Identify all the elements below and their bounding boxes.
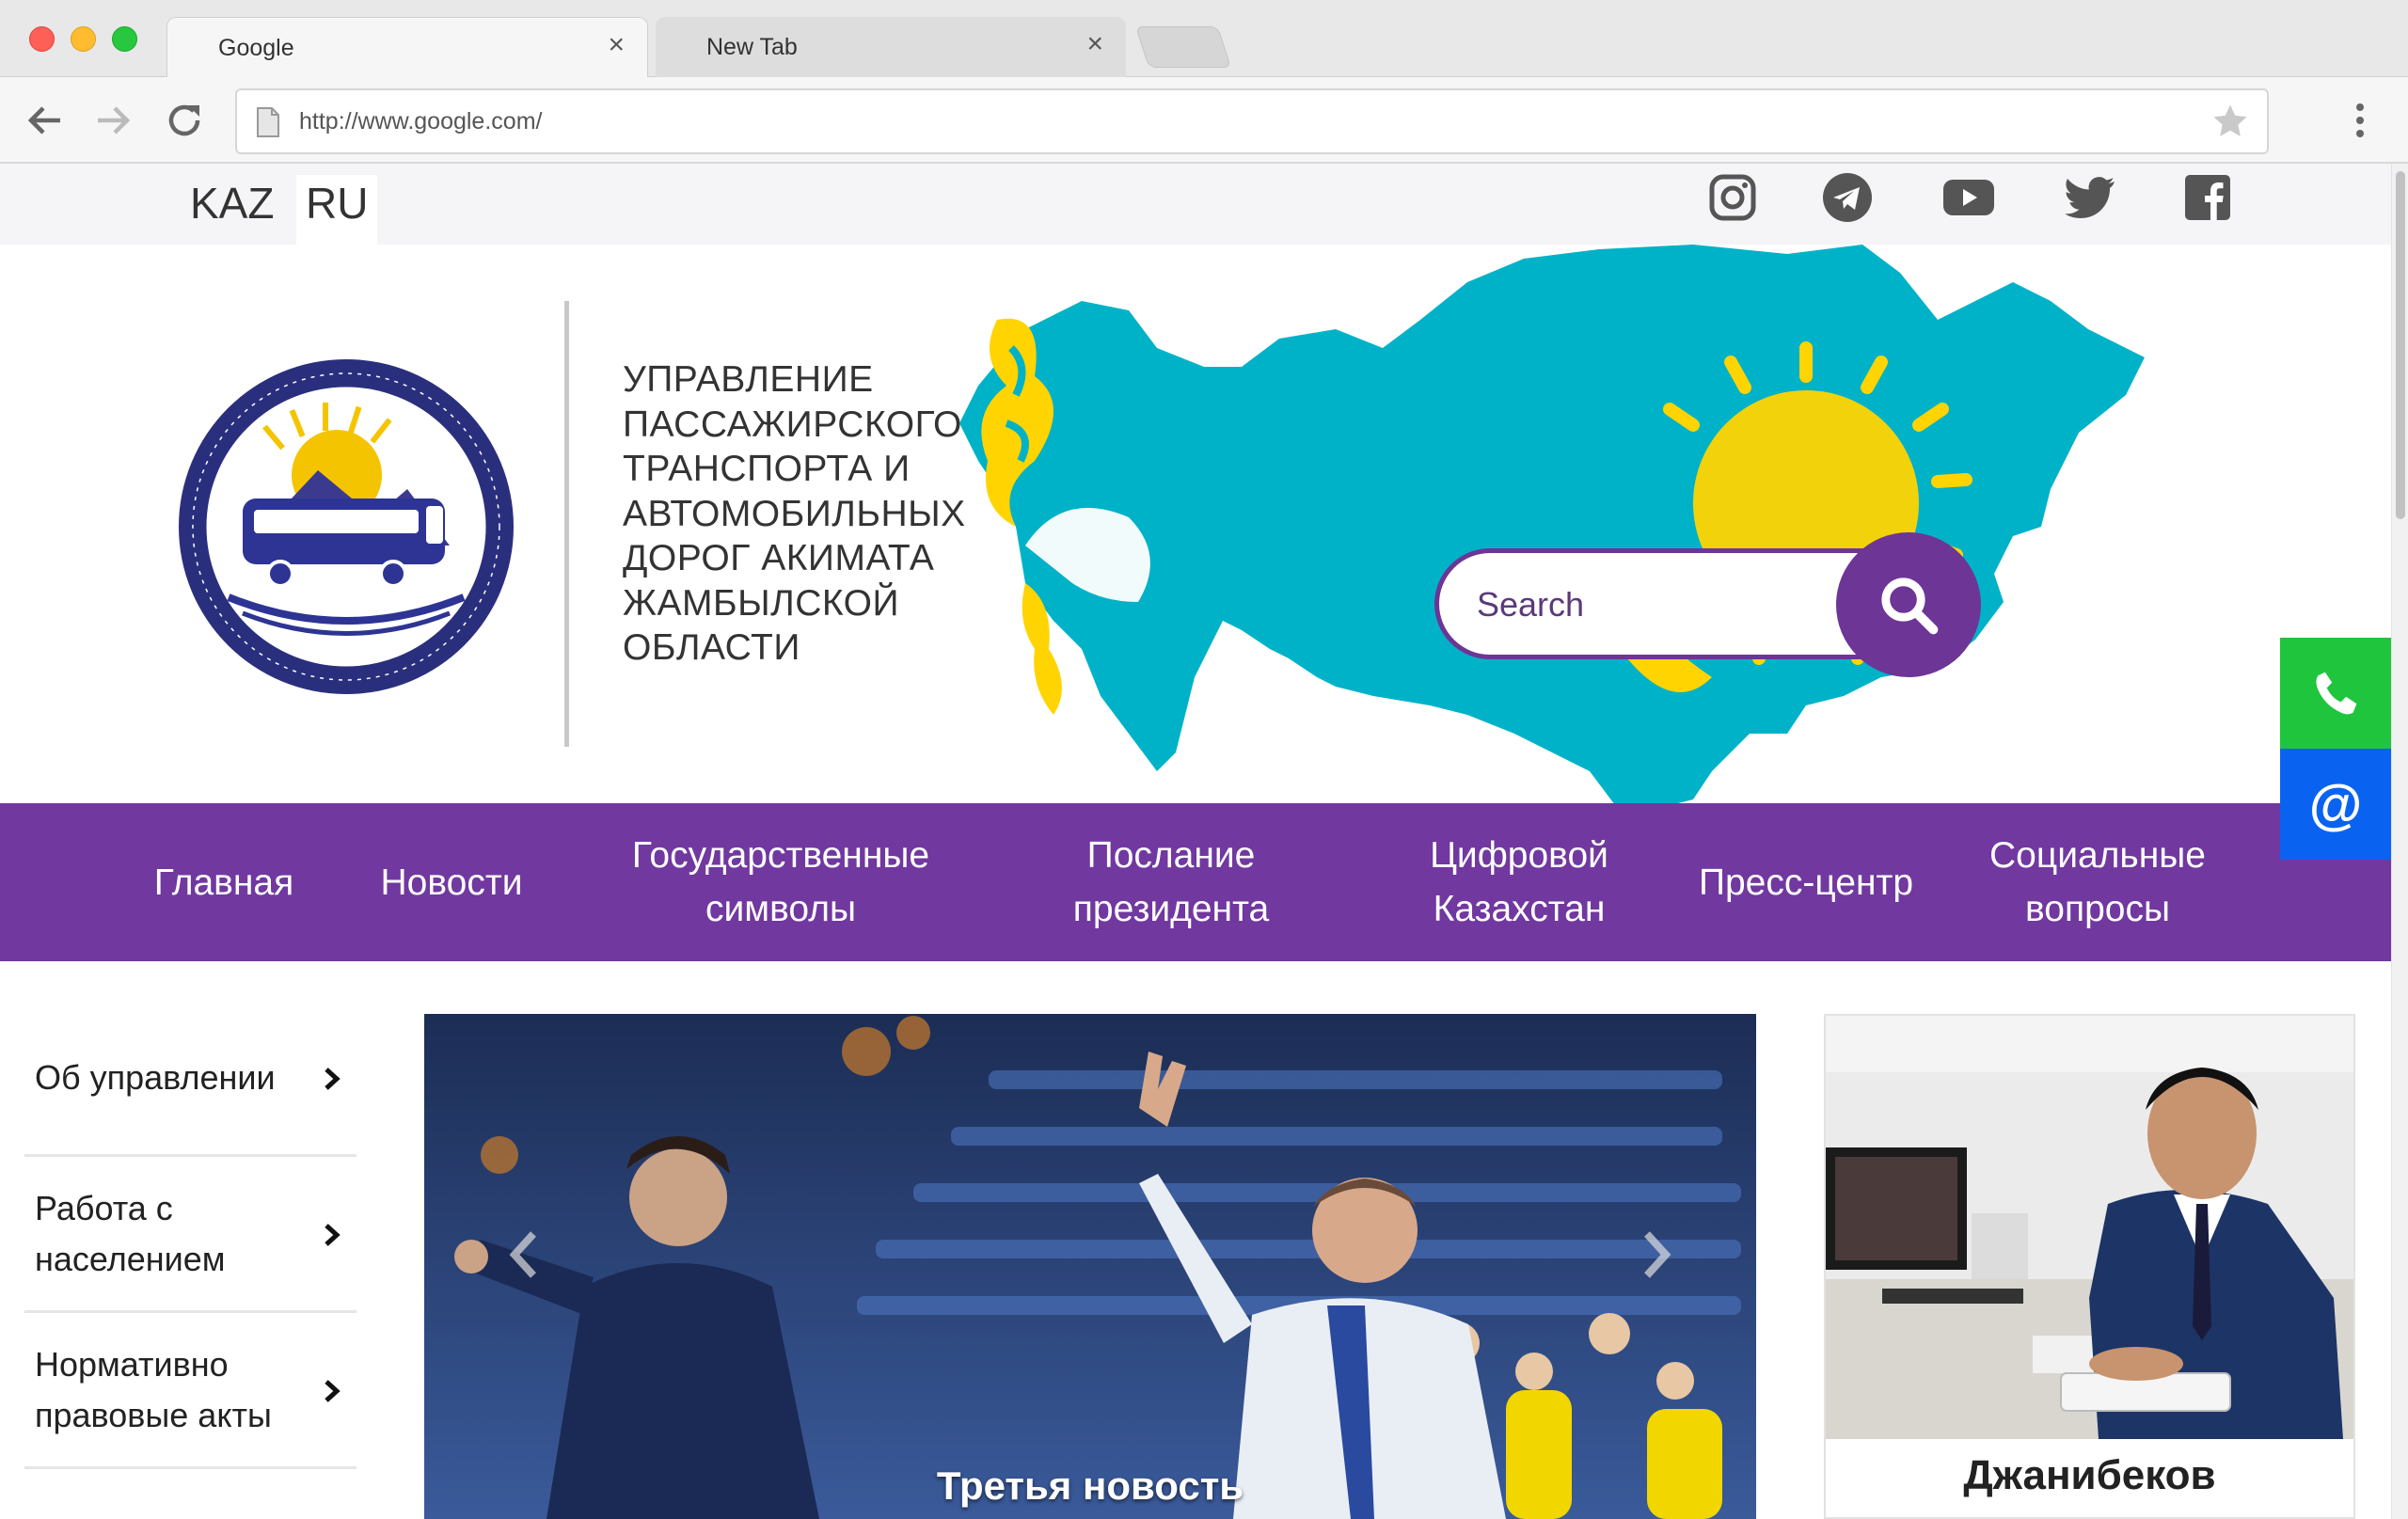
sidebar-item-about[interactable]: Об управлении [24, 1001, 356, 1157]
sidebar-item-label: Работа с населением [35, 1188, 226, 1278]
language-ru-link[interactable]: RU [296, 175, 378, 245]
kazakhstan-flag-map-image [959, 245, 2145, 809]
forward-button[interactable] [90, 98, 135, 143]
sidebar-menu: Об управлении Работа с населением Нормат… [24, 1001, 356, 1469]
page-scrollbar[interactable] [2391, 164, 2408, 1519]
twitter-link[interactable] [2062, 169, 2118, 226]
twitter-icon [2065, 177, 2115, 219]
head-name: Джанибеков [1963, 1452, 2216, 1498]
chevron-right-icon [325, 1380, 341, 1402]
browser-tab-new-tab[interactable]: New Tab × [656, 17, 1126, 77]
slider-next-arrow-icon[interactable] [1638, 1226, 1675, 1283]
email-contact-button[interactable]: @ [2280, 749, 2391, 860]
close-window-button[interactable] [29, 26, 55, 52]
main-navigation: Главная Новости Государственные символы … [0, 803, 2391, 961]
news-slider[interactable]: Третья новость [424, 1014, 1756, 1519]
new-tab-button[interactable] [1134, 26, 1232, 68]
chevron-right-icon [325, 1224, 341, 1246]
nav-item-press-center[interactable]: Пресс-центр [1684, 803, 1928, 961]
browser-tab-google[interactable]: Google × [166, 17, 648, 77]
arrow-right-icon [98, 106, 131, 134]
top-bar: KAZ RU [0, 164, 2391, 245]
chevron-right-icon [325, 1068, 341, 1090]
header-divider [564, 301, 569, 747]
slider-prev-arrow-icon[interactable] [505, 1226, 543, 1283]
instagram-link[interactable] [1704, 169, 1761, 226]
reload-icon [168, 104, 200, 136]
facebook-link[interactable] [2179, 169, 2236, 226]
minimize-window-button[interactable] [71, 26, 96, 52]
scrollbar-thumb[interactable] [2396, 171, 2405, 519]
nav-item-president-address[interactable]: Послание президента [1044, 803, 1298, 961]
page-icon [257, 107, 279, 137]
sidebar-item-public-work[interactable]: Работа с населением [24, 1157, 356, 1313]
sidebar-item-label: Нормативно правовые акты [35, 1344, 272, 1434]
head-profile-card[interactable]: Джанибеков [1824, 1014, 2355, 1519]
browser-toolbar: http://www.google.com/ [0, 77, 2408, 164]
tab-title: Google [218, 35, 294, 61]
telegram-icon [1823, 173, 1872, 222]
at-sign-icon: @ [2308, 773, 2363, 835]
site-header: УПРАВЛЕНИЕ ПАССАЖИРСКОГО ТРАНСПОРТА И АВ… [0, 245, 2391, 809]
phone-icon [2316, 672, 2357, 715]
bookmark-star-icon[interactable] [2210, 102, 2250, 141]
tab-close-icon[interactable]: × [608, 31, 625, 59]
facebook-icon [2185, 175, 2230, 220]
sidebar-item-label: Об управлении [35, 1057, 276, 1097]
telegram-link[interactable] [1819, 169, 1876, 226]
nav-item-home[interactable]: Главная [130, 803, 318, 961]
back-button[interactable] [23, 98, 68, 143]
slide-caption[interactable]: Третья новость [424, 1464, 1756, 1509]
tab-close-icon[interactable]: × [1086, 30, 1103, 58]
language-kaz-link[interactable]: KAZ [181, 175, 283, 245]
reload-button[interactable] [162, 98, 207, 143]
zoom-window-button[interactable] [112, 26, 137, 52]
address-bar[interactable]: http://www.google.com/ [235, 88, 2269, 154]
news-slide-image [424, 1014, 1756, 1519]
organization-emblem-logo[interactable] [177, 357, 515, 696]
browser-menu-icon[interactable] [2346, 98, 2374, 143]
nav-item-state-symbols[interactable]: Государственные символы [602, 803, 959, 961]
nav-item-news[interactable]: Новости [357, 803, 546, 961]
search-input[interactable] [1477, 581, 1834, 628]
search-icon [1881, 578, 1939, 635]
nav-item-social-issues[interactable]: Социальные вопросы [1971, 803, 2225, 961]
phone-contact-button[interactable] [2280, 638, 2391, 749]
arrow-left-icon [27, 106, 60, 134]
sidebar-item-legal-acts[interactable]: Нормативно правовые акты [24, 1313, 356, 1469]
web-page: KAZ RU УПРАВЛЕНИЕ ПАССАЖИРСКОГО ТРАНСПОР… [0, 164, 2391, 1519]
youtube-link[interactable] [1941, 169, 1997, 226]
nav-item-digital-kazakhstan[interactable]: Цифровой Казахстан [1411, 803, 1627, 961]
url-text[interactable]: http://www.google.com/ [299, 108, 542, 135]
youtube-icon [1943, 180, 1994, 215]
tab-title: New Tab [706, 34, 798, 60]
instagram-icon [1709, 174, 1756, 221]
head-portrait-photo [1826, 1016, 2353, 1439]
search-button[interactable] [1836, 532, 1981, 677]
browser-titlebar: Google × New Tab × [0, 0, 2408, 77]
